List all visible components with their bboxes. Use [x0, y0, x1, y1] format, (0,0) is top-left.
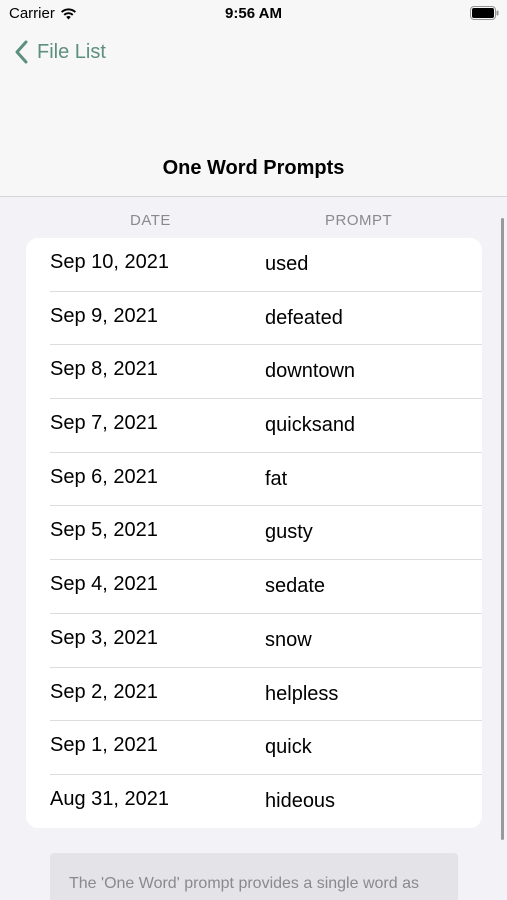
row-prompt: snow: [265, 628, 312, 651]
battery-icon: [470, 6, 499, 20]
table-row[interactable]: Sep 10, 2021 used: [26, 238, 482, 292]
row-prompt: downtown: [265, 360, 356, 383]
row-prompt: quick: [265, 736, 312, 759]
table-row[interactable]: Sep 3, 2021 snow: [26, 614, 482, 668]
row-prompt: gusty: [265, 521, 313, 544]
row-date: Sep 10, 2021: [50, 251, 169, 273]
table-row[interactable]: Sep 8, 2021 downtown: [26, 345, 482, 400]
row-date: Sep 6, 2021: [50, 465, 158, 488]
table-row[interactable]: Sep 9, 2021 defeated: [26, 292, 482, 346]
table-row[interactable]: Sep 4, 2021 sedate: [26, 560, 482, 614]
column-headers: DATE PROMPT: [0, 210, 507, 230]
row-prompt: fat: [265, 467, 288, 490]
row-date: Sep 7, 2021: [50, 412, 158, 435]
row-date: Sep 8, 2021: [50, 358, 158, 381]
page-title: One Word Prompts: [162, 157, 345, 179]
table-row[interactable]: Sep 5, 2021 gusty: [26, 506, 482, 561]
row-prompt: used: [265, 253, 309, 275]
table-row[interactable]: Aug 31, 2021 hideous: [26, 775, 482, 828]
row-prompt: helpless: [265, 682, 339, 705]
table-row[interactable]: Sep 7, 2021 quicksand: [26, 399, 482, 453]
back-button-label: File List: [37, 40, 106, 63]
row-prompt: sedate: [265, 575, 326, 598]
row-date: Aug 31, 2021: [50, 787, 169, 810]
column-header-date[interactable]: DATE: [130, 212, 171, 229]
vertical-scrollbar[interactable]: [501, 218, 504, 840]
status-bar: Carrier 9:56 AM: [0, 0, 507, 28]
prompt-description-note: The 'One Word' prompt provides a single …: [50, 853, 458, 900]
navigation-bar: File List One Word Prompts: [0, 28, 507, 197]
row-date: Sep 4, 2021: [50, 573, 158, 596]
table-row[interactable]: Sep 1, 2021 quick: [26, 721, 482, 775]
row-date: Sep 9, 2021: [50, 304, 158, 327]
row-date: Sep 1, 2021: [50, 734, 158, 757]
status-time: 9:56 AM: [225, 5, 282, 22]
chevron-left-icon: [15, 40, 28, 64]
table-row[interactable]: Sep 6, 2021 fat: [26, 453, 482, 507]
column-header-prompt[interactable]: PROMPT: [325, 212, 392, 229]
row-date: Sep 2, 2021: [50, 680, 158, 703]
row-prompt: defeated: [265, 306, 343, 329]
table-row[interactable]: Sep 2, 2021 helpless: [26, 668, 482, 722]
prompts-table: Sep 10, 2021 used Sep 9, 2021 defeated S…: [26, 238, 482, 828]
row-prompt: quicksand: [265, 414, 356, 437]
row-date: Sep 3, 2021: [50, 626, 158, 649]
row-date: Sep 5, 2021: [50, 519, 158, 542]
prompt-description-text: The 'One Word' prompt provides a single …: [69, 875, 419, 892]
back-button[interactable]: File List: [14, 40, 106, 64]
row-prompt: hideous: [265, 789, 336, 812]
screen: Carrier 9:56 AM File List One Word Promp…: [0, 0, 507, 900]
